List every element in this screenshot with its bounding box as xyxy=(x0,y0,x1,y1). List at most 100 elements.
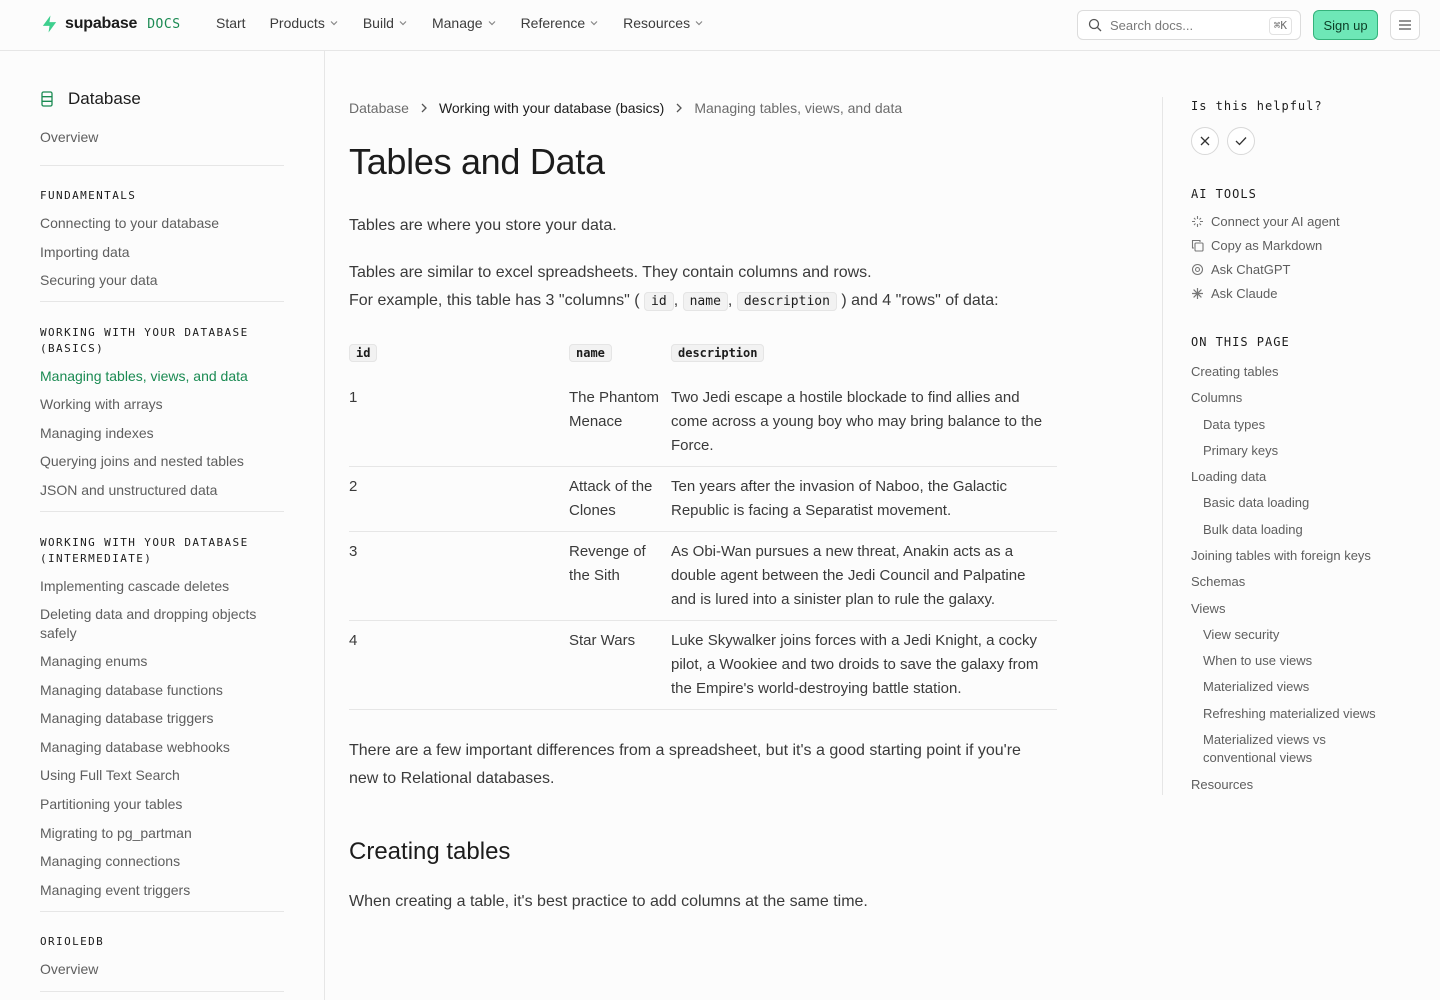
sidebar-item-indexes[interactable]: Managing indexes xyxy=(40,424,280,443)
logo[interactable]: supabase DOCS xyxy=(40,14,181,34)
nav-start[interactable]: Start xyxy=(216,15,246,31)
toc-item-joining-tables[interactable]: Joining tables with foreign keys xyxy=(1191,547,1411,565)
chevron-down-icon xyxy=(695,21,703,26)
database-icon xyxy=(41,91,53,107)
copy-icon xyxy=(1191,239,1204,252)
nav-links: Start Products Build Manage Reference Re… xyxy=(216,15,728,31)
sign-up-button[interactable]: Sign up xyxy=(1313,10,1378,40)
sidebar-section-intermediate: WORKING WITH YOUR DATABASE (INTERMEDIATE… xyxy=(40,536,249,565)
toc-item-basic-data-loading[interactable]: Basic data loading xyxy=(1203,494,1403,512)
sidebar-divider xyxy=(40,165,284,166)
sidebar-item-connecting[interactable]: Connecting to your database xyxy=(40,214,280,233)
sidebar-item-pg-partman[interactable]: Migrating to pg_partman xyxy=(40,824,280,843)
chevron-down-icon xyxy=(330,21,338,26)
toc-item-when-to-use-views[interactable]: When to use views xyxy=(1203,652,1403,670)
helpful-label: Is this helpful? xyxy=(1191,99,1323,113)
breadcrumb-database[interactable]: Database xyxy=(349,100,409,116)
toc-item-primary-keys[interactable]: Primary keys xyxy=(1203,442,1403,460)
cell-name: The Phantom Menace xyxy=(569,389,660,430)
toc-item-loading-data[interactable]: Loading data xyxy=(1191,468,1391,486)
sidebar-item-deleting[interactable]: Deleting data and dropping objects safel… xyxy=(40,605,280,643)
cell-description: As Obi-Wan pursues a new threat, Anakin … xyxy=(671,543,1026,608)
sidebar-item-importing[interactable]: Importing data xyxy=(40,243,280,262)
chatgpt-icon xyxy=(1191,263,1204,276)
table-header-id: id xyxy=(349,344,378,362)
sidebar-divider xyxy=(40,911,284,912)
not-helpful-button[interactable] xyxy=(1191,127,1219,155)
chevron-right-icon xyxy=(676,103,683,113)
sidebar-section-fundamentals: FUNDAMENTALS xyxy=(40,189,137,202)
toc-item-bulk-data-loading[interactable]: Bulk data loading xyxy=(1203,521,1403,539)
ai-ask-chatgpt[interactable]: Ask ChatGPT xyxy=(1191,262,1290,277)
nav-reference[interactable]: Reference xyxy=(521,15,600,31)
cell-description: Ten years after the invasion of Naboo, t… xyxy=(671,478,1008,519)
helpful-button[interactable] xyxy=(1227,127,1255,155)
right-rail-divider xyxy=(1162,97,1163,795)
sidebar-item-enums[interactable]: Managing enums xyxy=(40,652,280,671)
table-row: 1 The Phantom Menace Two Jedi escape a h… xyxy=(349,386,1057,467)
sidebar-item-overview[interactable]: Overview xyxy=(40,128,280,147)
sidebar-item-securing[interactable]: Securing your data xyxy=(40,271,280,290)
inline-code-id: id xyxy=(644,292,674,311)
table-row: 3 Revenge of the Sith As Obi-Wan pursues… xyxy=(349,540,1057,621)
toc-item-materialized-views[interactable]: Materialized views xyxy=(1203,678,1403,696)
sidebar-item-functions[interactable]: Managing database functions xyxy=(40,681,280,700)
sidebar-item-cascade[interactable]: Implementing cascade deletes xyxy=(40,577,280,596)
sidebar-divider xyxy=(40,301,284,302)
sidebar-item-partitioning[interactable]: Partitioning your tables xyxy=(40,795,280,814)
cell-id: 3 xyxy=(349,543,358,560)
toc-item-creating-tables[interactable]: Creating tables xyxy=(1191,363,1391,381)
sidebar-item-triggers[interactable]: Managing database triggers xyxy=(40,709,280,728)
brand-name: supabase xyxy=(65,15,138,32)
sidebar-divider xyxy=(40,511,284,512)
cell-name: Star Wars xyxy=(569,632,636,649)
toc-item-schemas[interactable]: Schemas xyxy=(1191,573,1391,591)
toc-item-resources[interactable]: Resources xyxy=(1191,776,1391,794)
toc-item-data-types[interactable]: Data types xyxy=(1203,416,1403,434)
sidebar-item-json[interactable]: JSON and unstructured data xyxy=(40,481,280,500)
breadcrumb-basics[interactable]: Working with your database (basics) xyxy=(439,100,664,116)
sidebar-section-orioledb: ORIOLEDB xyxy=(40,935,105,948)
cell-name: Revenge of the Sith xyxy=(569,543,646,584)
sidebar-item-arrays[interactable]: Working with arrays xyxy=(40,395,280,414)
nav-resources[interactable]: Resources xyxy=(623,15,704,31)
claude-icon xyxy=(1192,288,1203,299)
creating-paragraph: When creating a table, it's best practic… xyxy=(349,893,868,910)
chevron-down-icon xyxy=(399,21,407,26)
nav-products[interactable]: Products xyxy=(270,15,339,31)
close-icon xyxy=(1200,136,1210,146)
toc-item-materialized-vs-conventional[interactable]: Materialized views vs conventional views xyxy=(1203,731,1363,767)
inline-code-name: name xyxy=(682,292,728,311)
cell-id: 4 xyxy=(349,632,358,649)
toc-item-view-security[interactable]: View security xyxy=(1203,626,1403,644)
toc-item-views[interactable]: Views xyxy=(1191,600,1391,618)
cell-name: Attack of the Clones xyxy=(569,478,653,519)
sidebar-item-managing-tables[interactable]: Managing tables, views, and data xyxy=(40,367,280,386)
section-heading-creating-tables: Creating tables xyxy=(349,838,511,865)
hamburger-icon xyxy=(1399,20,1411,30)
sidebar-item-webhooks[interactable]: Managing database webhooks xyxy=(40,738,280,757)
sidebar-item-event-triggers[interactable]: Managing event triggers xyxy=(40,881,280,900)
sidebar: Database Overview FUNDAMENTALS Connectin… xyxy=(0,51,325,1000)
sidebar-item-joins[interactable]: Querying joins and nested tables xyxy=(40,452,280,471)
table-header-description: description xyxy=(671,344,765,362)
sidebar-item-orioledb-overview[interactable]: Overview xyxy=(40,960,280,979)
toc-item-refreshing-materialized[interactable]: Refreshing materialized views xyxy=(1203,705,1423,723)
breadcrumb: Database Working with your database (bas… xyxy=(349,100,902,116)
ai-ask-claude[interactable]: Ask Claude xyxy=(1191,286,1277,301)
table-row: 4 Star Wars Luke Skywalker joins forces … xyxy=(349,629,1057,710)
sidebar-item-connections[interactable]: Managing connections xyxy=(40,852,280,871)
sparkle-icon xyxy=(1192,216,1203,227)
cell-id: 1 xyxy=(349,389,358,406)
ai-connect-agent[interactable]: Connect your AI agent xyxy=(1191,214,1340,229)
table-row: 2 Attack of the Clones Ten years after t… xyxy=(349,475,1057,532)
ai-copy-markdown[interactable]: Copy as Markdown xyxy=(1191,238,1322,253)
nav-build[interactable]: Build xyxy=(363,15,408,31)
sidebar-item-fts[interactable]: Using Full Text Search xyxy=(40,766,280,785)
search-input[interactable]: Search docs... ⌘K xyxy=(1077,10,1301,40)
search-shortcut: ⌘K xyxy=(1268,17,1292,35)
nav-manage[interactable]: Manage xyxy=(432,15,497,31)
inline-code-description: description xyxy=(736,292,837,311)
menu-button[interactable] xyxy=(1390,10,1420,40)
toc-item-columns[interactable]: Columns xyxy=(1191,389,1391,407)
